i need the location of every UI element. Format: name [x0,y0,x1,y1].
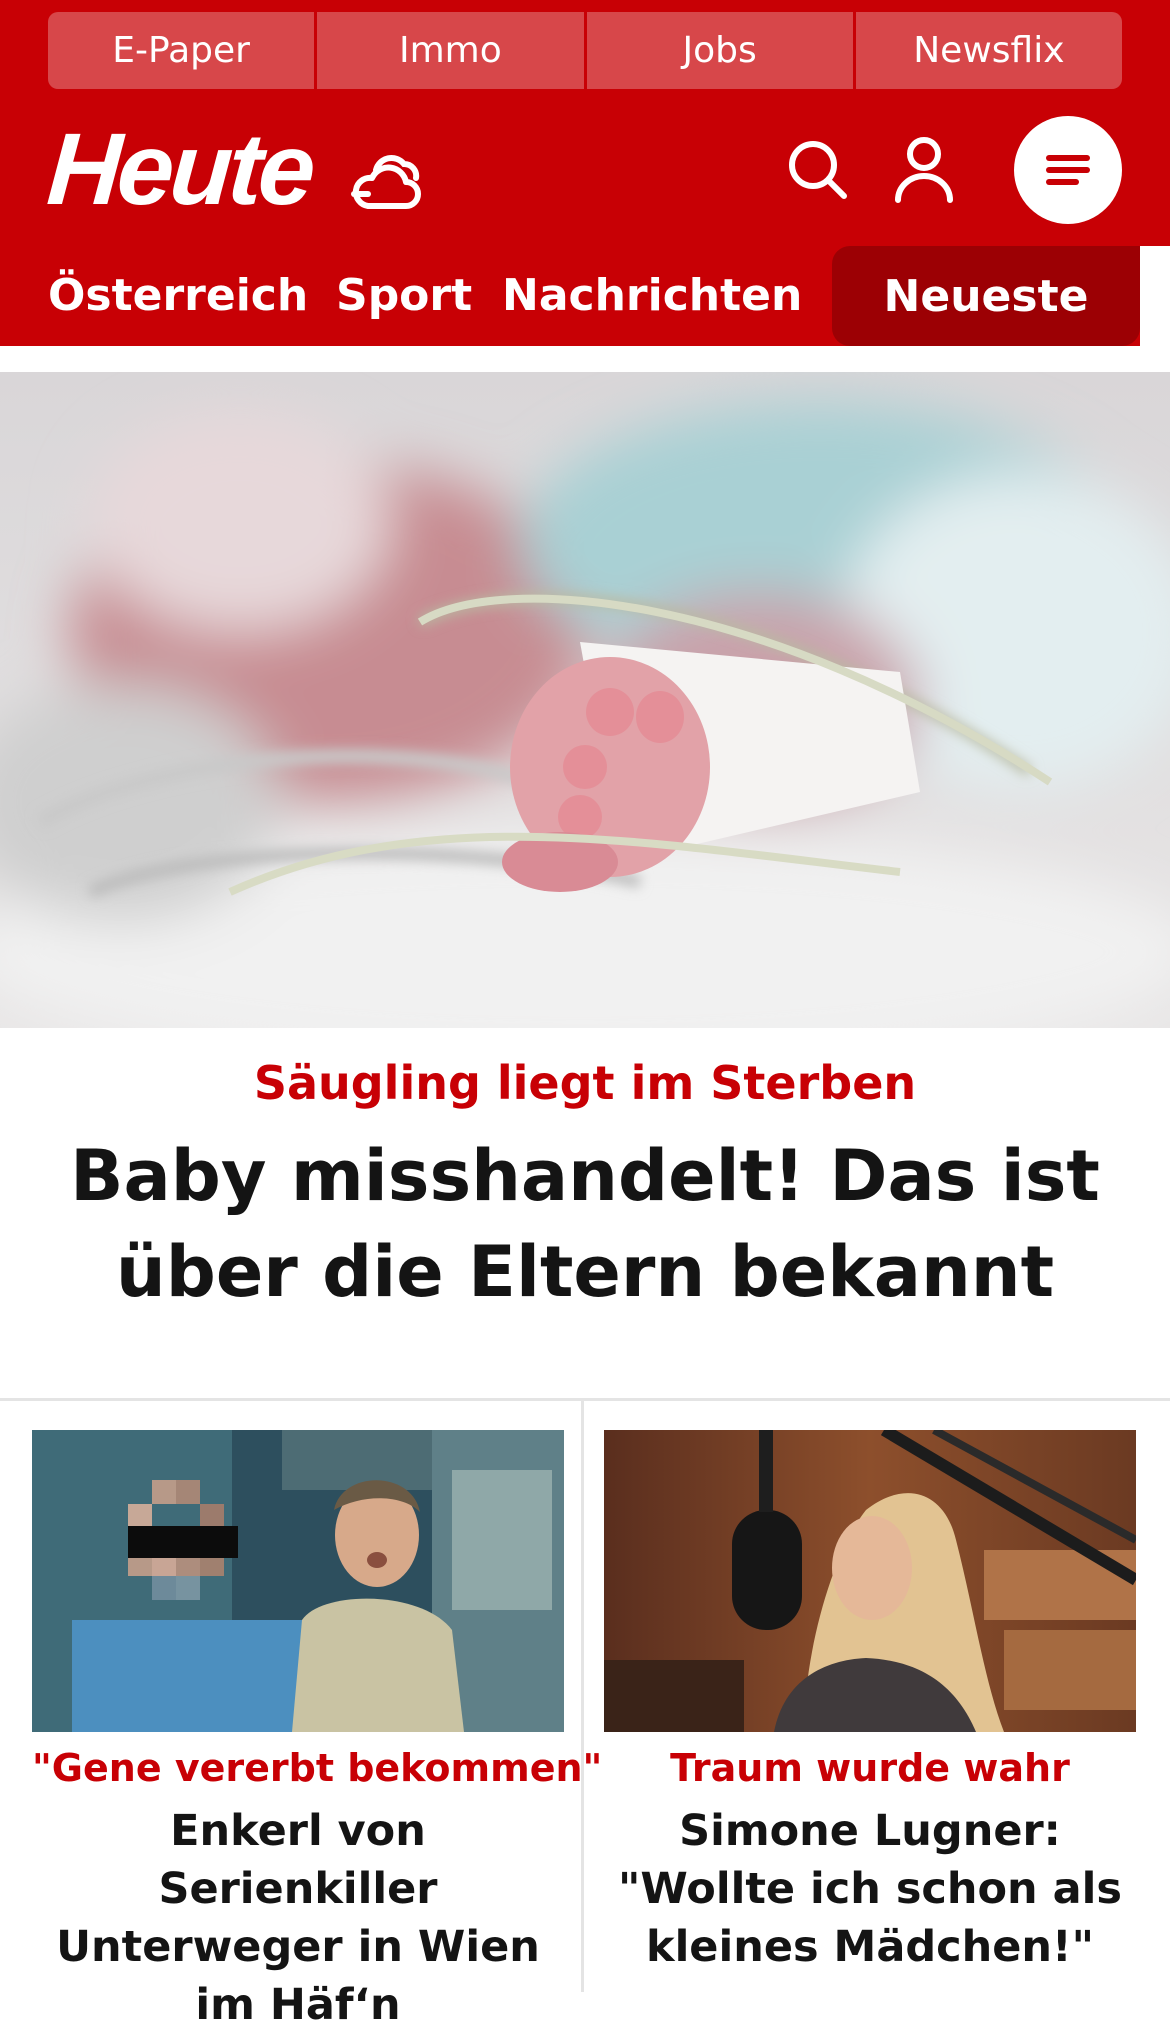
menu-icon [1046,155,1090,185]
nav-item-oesterreich[interactable]: Österreich [48,270,308,321]
nav-tab-neueste[interactable]: Neueste [832,246,1140,346]
teaser-headline[interactable]: Enkerl von Serienkiller Unterweger in Wi… [32,1802,564,2034]
weather-cloud-icon[interactable] [346,148,422,214]
hero-kicker: Säugling liegt im Sterben [253,1056,917,1110]
teaser-kicker: Traum wurde wahr [670,1746,1070,1790]
teaser-card[interactable]: "Gene vererbt bekommen" Enkerl von Serie… [32,1430,603,2034]
teaser-photo-radio [604,1430,1136,1732]
nav-item-sport[interactable]: Sport [336,270,472,321]
grid-divider-vertical [581,1400,584,1992]
hero-photo [0,372,1170,1028]
teaser-card[interactable]: Traum wurde wahr Simone Lugner: "Wollte … [604,1430,1136,1976]
user-icon[interactable] [892,136,956,204]
service-tab-epaper[interactable]: E-Paper [48,12,315,89]
grid-divider [0,1398,1170,1401]
site-header: E-Paper Immo Jobs Newsflix Heute Österre… [0,0,1170,346]
hero-headline[interactable]: Baby misshandelt! Das ist über die Elter… [40,1128,1130,1320]
service-tab-immo[interactable]: Immo [317,12,584,89]
teaser-image[interactable] [604,1430,1136,1732]
service-tab-newsflix[interactable]: Newsflix [855,12,1122,89]
header-notch [1140,246,1170,346]
menu-button[interactable] [1014,116,1122,224]
service-tab-jobs[interactable]: Jobs [586,12,853,89]
search-icon[interactable] [786,138,850,202]
service-bar: E-Paper Immo Jobs Newsflix [48,12,1122,89]
teaser-image[interactable] [32,1430,564,1732]
main-nav: Österreich Sport Nachrichten Neueste [0,246,1170,346]
teaser-photo-men [32,1430,564,1732]
teaser-headline[interactable]: Simone Lugner: "Wollte ich schon als kle… [604,1802,1136,1976]
teaser-kicker: "Gene vererbt bekommen" [32,1746,603,1790]
site-logo[interactable]: Heute [44,112,315,226]
nav-item-nachrichten[interactable]: Nachrichten [502,270,802,321]
hero-image[interactable] [0,372,1170,1028]
